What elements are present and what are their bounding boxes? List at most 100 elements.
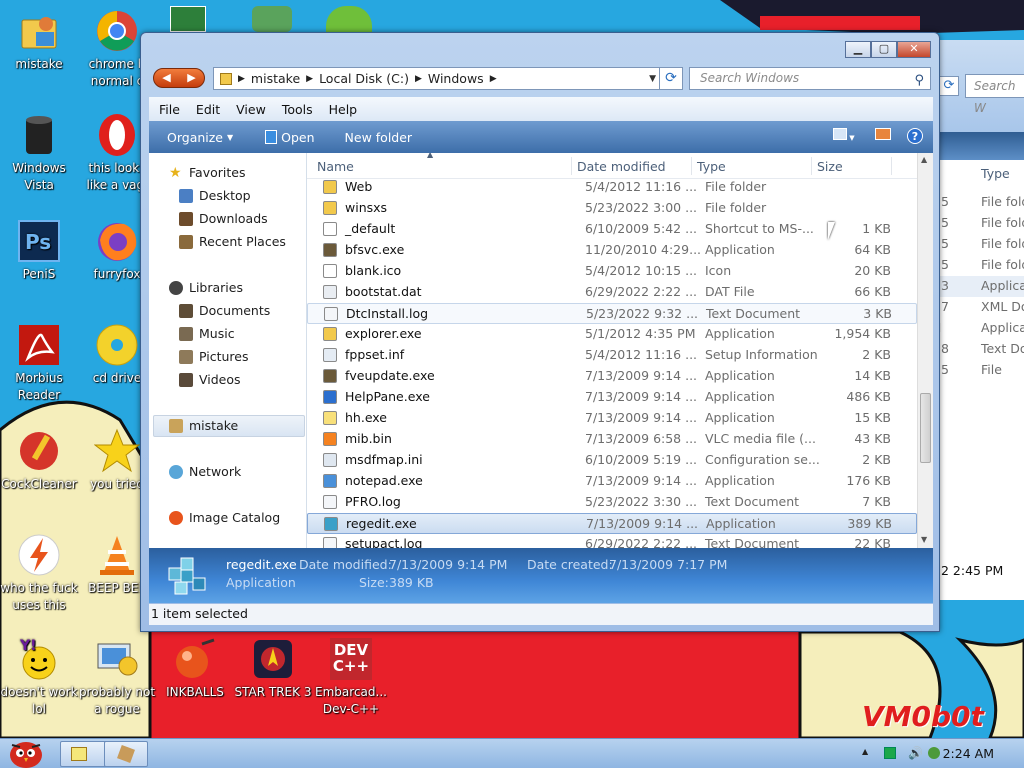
trash-can-icon xyxy=(16,112,62,158)
nav-network[interactable]: Network xyxy=(169,464,241,479)
nav-user[interactable]: mistake xyxy=(169,418,238,433)
opera-icon xyxy=(94,112,140,158)
address-bar[interactable]: ▶ mistake ▶ Local Disk (C:) ▶ Windows ▶ … xyxy=(213,67,663,90)
taskbar-clock[interactable]: 2:24 AM xyxy=(943,746,994,761)
scroll-up-arrow-icon[interactable]: ▲ xyxy=(921,155,927,164)
file-date: 5/23/2022 3:30 ... xyxy=(585,494,698,509)
desktop-icon-devcpp[interactable]: DEV C++ Embarcad... Dev-C++ xyxy=(312,636,390,718)
table-row[interactable]: hh.exe 7/13/2009 9:14 ... Application 15 KB xyxy=(307,408,917,429)
background-row-type: Text Do xyxy=(981,341,1024,356)
address-dropdown-icon[interactable]: ▼ xyxy=(649,74,656,84)
minimize-button[interactable]: ▁ xyxy=(845,41,871,58)
table-row[interactable]: msdfmap.ini 6/10/2009 5:19 ... Configurati… xyxy=(307,450,917,471)
refresh-button[interactable]: ⟳ xyxy=(659,67,683,90)
desktop-icon-star-trek[interactable]: STAR TREK 3 xyxy=(234,636,312,701)
desktop-icon-mistake[interactable]: mistake xyxy=(0,8,78,73)
nav-documents[interactable]: Documents xyxy=(179,303,270,318)
nav-music[interactable]: Music xyxy=(179,326,235,341)
nav-videos[interactable]: Videos xyxy=(179,372,241,387)
table-row[interactable]: bootstat.dat 6/29/2022 2:22 ... DAT File 66… xyxy=(307,282,917,303)
desktop-icon-photoshop[interactable]: Ps PeniS xyxy=(0,218,78,283)
view-options-icon[interactable]: ▼ xyxy=(833,128,859,142)
organize-button[interactable]: Organize ▼ xyxy=(167,130,233,145)
table-row[interactable]: regedit.exe 7/13/2009 9:14 ... Application… xyxy=(307,513,917,534)
desktop-icon-partial-3[interactable] xyxy=(326,6,372,32)
desktop-icon-partial-2[interactable] xyxy=(252,6,292,32)
file-name: notepad.exe xyxy=(345,473,423,488)
table-row[interactable]: setupact.log 6/29/2022 2:22 ... Text Docum… xyxy=(307,534,917,548)
desktop-icon-acrobat[interactable]: Morbius Reader xyxy=(0,322,78,404)
nav-favorites[interactable]: ★ Favorites xyxy=(169,165,245,180)
menu-help[interactable]: Help xyxy=(329,102,358,117)
network-status-icon[interactable] xyxy=(884,747,896,759)
menu-edit[interactable]: Edit xyxy=(196,102,220,117)
desktop-icon-ccleaner[interactable]: CockCleaner xyxy=(0,428,78,493)
breadcrumb-windows[interactable]: Windows xyxy=(428,71,484,86)
svg-text:Ps: Ps xyxy=(25,230,51,254)
table-row[interactable]: HelpPane.exe 7/13/2009 9:14 ... Applicatio… xyxy=(307,387,917,408)
table-row[interactable]: fveupdate.exe 7/13/2009 9:14 ... Applicati… xyxy=(307,366,917,387)
back-button[interactable]: ◀ xyxy=(154,69,179,87)
nav-libraries[interactable]: Libraries xyxy=(169,280,243,295)
nav-recent-places[interactable]: Recent Places xyxy=(179,234,286,249)
nav-image-catalog[interactable]: Image Catalog xyxy=(169,510,280,525)
vertical-scrollbar[interactable]: ▲ ▼ xyxy=(917,153,933,548)
table-row[interactable]: fppset.inf 5/4/2012 11:16 ... Setup Inform… xyxy=(307,345,917,366)
notepad-icon xyxy=(323,474,337,488)
file-name: hh.exe xyxy=(345,410,387,425)
table-row[interactable]: blank.ico 5/4/2012 10:15 ... Icon 20 KB xyxy=(307,261,917,282)
table-row[interactable]: DtcInstall.log 5/23/2022 9:32 ... Text Doc… xyxy=(307,303,917,324)
file-size: 7 KB xyxy=(862,494,891,509)
background-refresh-icon[interactable]: ⟳ xyxy=(939,76,959,96)
file-name: explorer.exe xyxy=(345,326,422,341)
close-button[interactable]: ✕ xyxy=(897,41,931,58)
background-search-input[interactable]: Search W xyxy=(965,74,1024,115)
desktop-icon-windows-vista[interactable]: Windows Vista xyxy=(0,112,78,194)
preview-pane-icon[interactable] xyxy=(875,128,891,140)
breadcrumb-user[interactable]: mistake xyxy=(251,71,300,86)
column-date-modified[interactable]: Date modified xyxy=(577,159,666,174)
help-icon[interactable]: ? xyxy=(907,128,923,144)
explorer-window[interactable]: ▁ ▢ ✕ ◀ ▶ ▶ mistake ▶ Local Disk (C:) ▶ … xyxy=(140,32,940,632)
menu-file[interactable]: File xyxy=(159,102,180,117)
desktop-icon-who-uses-this[interactable]: who the fuck uses this xyxy=(0,532,78,614)
action-center-icon[interactable] xyxy=(928,747,940,759)
taskbar-pinned-app[interactable] xyxy=(104,741,148,767)
nav-downloads[interactable]: Downloads xyxy=(179,211,268,226)
breadcrumb-local-disk[interactable]: Local Disk (C:) xyxy=(319,71,409,86)
column-type[interactable]: Type xyxy=(697,159,726,174)
scroll-down-arrow-icon[interactable]: ▼ xyxy=(921,535,927,544)
nav-desktop[interactable]: Desktop xyxy=(179,188,251,203)
new-folder-button[interactable]: New folder xyxy=(345,130,413,145)
show-hidden-icons-icon[interactable]: ▲ xyxy=(862,747,868,756)
desktop-icon-yahoo[interactable]: Y! doesn't work lol xyxy=(0,636,78,718)
table-row[interactable]: Web 5/4/2012 11:16 ... File folder xyxy=(307,177,917,198)
network-icon xyxy=(169,464,183,479)
table-row[interactable]: _default 6/10/2009 5:42 ... Shortcut to MS… xyxy=(307,219,917,240)
forward-button[interactable]: ▶ xyxy=(179,69,204,87)
table-row[interactable]: explorer.exe 5/1/2012 4:35 PM Application 1… xyxy=(307,324,917,345)
table-row[interactable]: mib.bin 7/13/2009 6:58 ... VLC media file … xyxy=(307,429,917,450)
column-name[interactable]: Name xyxy=(317,159,354,174)
scrollbar-thumb[interactable] xyxy=(920,393,931,463)
nav-pictures[interactable]: Pictures xyxy=(179,349,249,364)
table-row[interactable]: PFRO.log 5/23/2022 3:30 ... Text Document 7… xyxy=(307,492,917,513)
menu-tools[interactable]: Tools xyxy=(282,102,313,117)
table-row[interactable]: notepad.exe 7/13/2009 9:14 ... Application… xyxy=(307,471,917,492)
volume-icon[interactable]: 🔊 xyxy=(908,747,923,759)
desktop-icon-inkballs[interactable]: INKBALLS xyxy=(156,636,234,701)
search-icon[interactable]: ⚲ xyxy=(914,70,924,91)
column-size[interactable]: Size xyxy=(817,159,843,174)
desktop-icon-probably-not-rogue[interactable]: probably not a rogue xyxy=(78,636,156,718)
table-row[interactable]: winsxs 5/23/2022 3:00 ... File folder xyxy=(307,198,917,219)
table-row[interactable]: bfsvc.exe 11/20/2010 4:29... Application 64… xyxy=(307,240,917,261)
search-input[interactable]: Search Windows ⚲ xyxy=(689,67,931,90)
videos-icon xyxy=(179,372,193,387)
menu-view[interactable]: View xyxy=(236,102,266,117)
start-button[interactable] xyxy=(4,733,44,768)
address-row: ◀ ▶ ▶ mistake ▶ Local Disk (C:) ▶ Window… xyxy=(151,66,933,92)
open-button[interactable]: Open xyxy=(265,130,315,145)
desktop-icon-partial-1[interactable] xyxy=(170,6,206,32)
taskbar: ▲ 🔊 2:24 AM xyxy=(0,738,1024,768)
maximize-button[interactable]: ▢ xyxy=(871,41,897,58)
